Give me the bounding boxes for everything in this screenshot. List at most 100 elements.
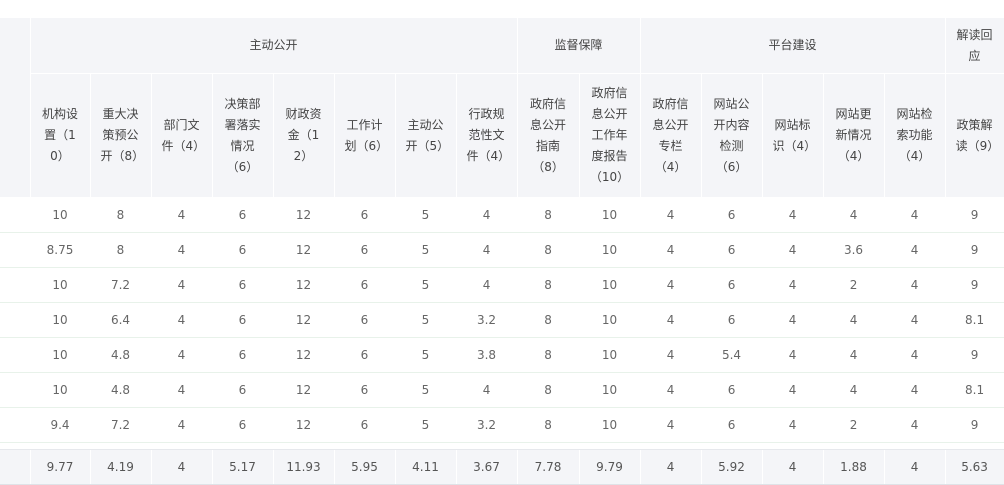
group-header: 平台建设 [640, 18, 946, 74]
score-cell: 6 [701, 372, 763, 408]
score-cell: 12 [273, 337, 335, 373]
score-cell: 8 [90, 232, 152, 268]
spacer-cell [212, 442, 274, 450]
table-row: 10 4.8 4 6 12 6 5 3.8 8 10 4 5.4 4 4 4 9 [0, 337, 1004, 373]
column-header: 网站标识（4） [762, 73, 824, 198]
group-header: 监督保障 [517, 18, 641, 74]
score-cell: 6 [334, 302, 396, 338]
column-header: 机构设置（10） [30, 73, 91, 198]
average-cell: 5.17 [212, 449, 274, 485]
score-cell: 4 [884, 232, 946, 268]
score-cell: 10 [579, 407, 641, 443]
score-cell: 4 [151, 267, 213, 303]
score-cell: 4 [456, 232, 518, 268]
score-cell: 4 [823, 337, 885, 373]
score-cell: 6 [212, 197, 274, 233]
score-cell: 4.8 [90, 337, 152, 373]
column-header: 政府信息公开专栏（4） [640, 73, 702, 198]
table-row: 10 8 4 6 12 6 5 4 8 10 4 6 4 4 4 9 [0, 197, 1004, 233]
score-cell: 8 [517, 232, 580, 268]
score-cell: 3.2 [456, 407, 518, 443]
column-header: 决策部署落实情况（6） [212, 73, 274, 198]
score-cell: 3.8 [456, 337, 518, 373]
score-cell: 8 [517, 302, 580, 338]
score-cell: 4 [762, 267, 824, 303]
score-cell: 4 [884, 197, 946, 233]
average-cell: 4 [884, 449, 946, 485]
table-row: 8.75 8 4 6 12 6 5 4 8 10 4 6 4 3.6 4 9 [0, 232, 1004, 268]
spacer-cell [151, 442, 213, 450]
score-cell: 4 [456, 267, 518, 303]
average-cell: 5.92 [701, 449, 763, 485]
score-cell: 9 [945, 197, 1004, 233]
score-cell: 10 [30, 337, 91, 373]
score-cell: 8 [517, 337, 580, 373]
spacer-cell [762, 442, 824, 450]
row-label-cell [0, 449, 31, 485]
score-table-container: 主动公开 监督保障 平台建设 解读回应 机构设置（10） 重大决策预公开（8） … [0, 18, 1004, 485]
score-cell: 8 [517, 197, 580, 233]
score-cell: 4 [456, 197, 518, 233]
score-cell: 9.4 [30, 407, 91, 443]
score-cell: 5 [395, 232, 457, 268]
score-cell: 6 [334, 197, 396, 233]
spacer-cell [579, 442, 641, 450]
spacer-cell [517, 442, 580, 450]
score-cell: 4 [884, 267, 946, 303]
row-label-cell [0, 197, 31, 233]
score-cell: 6 [334, 267, 396, 303]
column-header: 财政资金（12） [273, 73, 335, 198]
score-cell: 8 [517, 407, 580, 443]
score-cell: 2 [823, 407, 885, 443]
score-cell: 4 [151, 407, 213, 443]
score-cell: 6.4 [90, 302, 152, 338]
score-cell: 5 [395, 337, 457, 373]
score-cell: 10 [30, 197, 91, 233]
score-cell: 8.1 [945, 372, 1004, 408]
score-cell: 3.6 [823, 232, 885, 268]
score-cell: 6 [212, 372, 274, 408]
score-cell: 6 [212, 232, 274, 268]
average-cell: 4 [762, 449, 824, 485]
score-cell: 10 [30, 267, 91, 303]
table-row: 10 6.4 4 6 12 6 5 3.2 8 10 4 6 4 4 4 8.1 [0, 302, 1004, 338]
spacer-cell [90, 442, 152, 450]
score-cell: 5 [395, 302, 457, 338]
score-cell: 4 [762, 302, 824, 338]
score-cell: 10 [579, 372, 641, 408]
score-cell: 12 [273, 232, 335, 268]
spacer-cell [30, 442, 91, 450]
score-cell: 6 [212, 337, 274, 373]
score-cell: 4 [151, 302, 213, 338]
score-cell: 4 [640, 337, 702, 373]
score-cell: 9 [945, 232, 1004, 268]
score-cell: 9 [945, 267, 1004, 303]
average-cell: 4 [640, 449, 702, 485]
score-cell: 6 [701, 407, 763, 443]
score-cell: 6 [701, 302, 763, 338]
table-row: 9.4 7.2 4 6 12 6 5 3.2 8 10 4 6 4 2 4 9 [0, 407, 1004, 443]
score-cell: 10 [579, 197, 641, 233]
spacer-cell [273, 442, 335, 450]
column-header: 行政规范性文件（4） [456, 73, 518, 198]
score-cell: 6 [212, 267, 274, 303]
score-cell: 5 [395, 197, 457, 233]
score-cell: 4 [151, 372, 213, 408]
spacer-cell [0, 442, 31, 450]
average-cell: 7.78 [517, 449, 580, 485]
spacer-cell [701, 442, 763, 450]
table-row: 10 7.2 4 6 12 6 5 4 8 10 4 6 4 2 4 9 [0, 267, 1004, 303]
score-cell: 6 [212, 302, 274, 338]
score-cell: 4 [884, 372, 946, 408]
score-cell: 6 [334, 407, 396, 443]
row-label-cell [0, 372, 31, 408]
score-cell: 4.8 [90, 372, 152, 408]
column-header: 重大决策预公开（8） [90, 73, 152, 198]
score-cell: 9 [945, 337, 1004, 373]
score-cell: 3.2 [456, 302, 518, 338]
score-cell: 10 [30, 372, 91, 408]
score-cell: 5.4 [701, 337, 763, 373]
spacer-row [0, 442, 1004, 450]
score-cell: 9 [945, 407, 1004, 443]
group-header-row: 主动公开 监督保障 平台建设 解读回应 [0, 18, 1004, 198]
